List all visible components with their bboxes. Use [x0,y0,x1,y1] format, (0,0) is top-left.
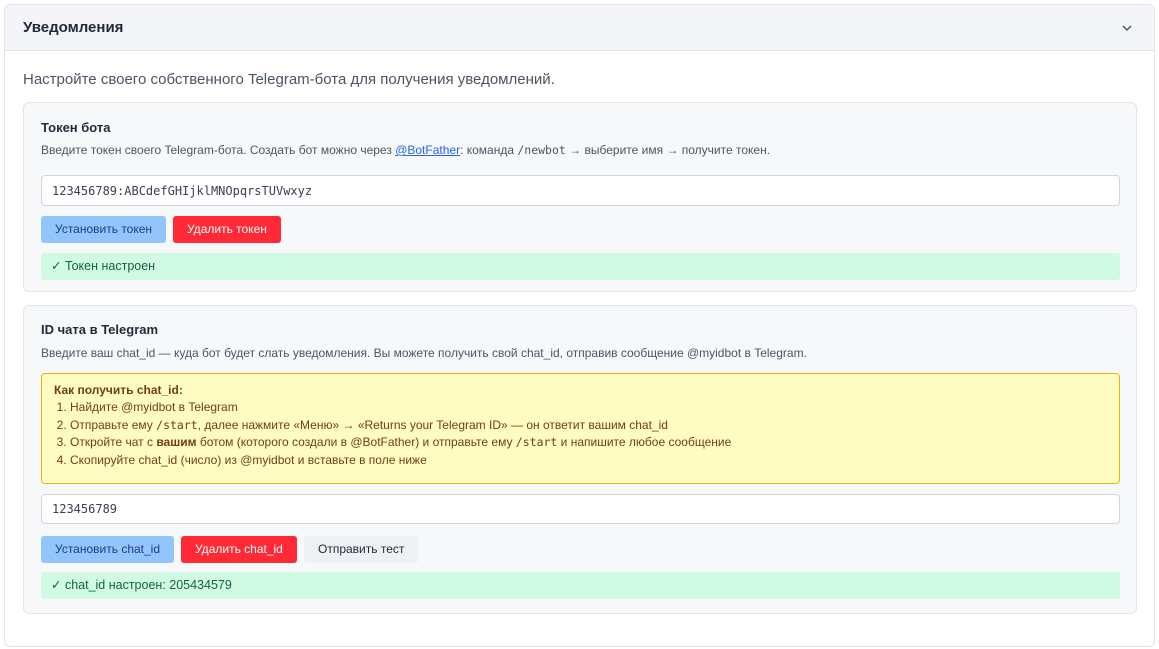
hint-step-3: Откройте чат с вашим ботом (которого соз… [70,434,1107,452]
bot-token-card: Токен бота Введите токен своего Telegram… [23,102,1137,292]
chat-id-title: ID чата в Telegram [41,322,159,337]
chat-id-hint-box: Как получить chat_id: Найдите @myidbot в… [41,373,1120,484]
step-3-text-b: ботом (которого создали в @BotFather) и … [196,435,516,449]
token-desc-prefix: Введите токен своего Telegram-бота. Созд… [41,143,396,157]
step-3-bold: вашим [156,435,197,449]
hint-title: Как получить chat_id: [54,383,183,397]
chat-id-status-badge: ✓ chat_id настроен: 205434579 [41,572,1120,599]
token-status-badge: ✓ Токен настроен [41,253,1120,280]
start-command: /start [515,435,558,449]
panel-title: Уведомления [23,19,124,36]
botfather-link[interactable]: @BotFather [395,143,460,157]
hint-step-4: Скопируйте chat_id (число) из @myidbot и… [70,452,1107,470]
chat-id-description: Введите ваш chat_id — куда бот будет сла… [41,346,807,360]
token-input[interactable] [41,175,1120,206]
chat-id-input[interactable] [41,494,1120,524]
chevron-down-icon[interactable] [1122,20,1136,35]
step-1-text: Найдите @myidbot в Telegram [70,400,238,414]
token-desc-mid: : команда [460,143,518,157]
newbot-command: /newbot [517,143,566,157]
panel-header[interactable]: Уведомления [5,5,1154,51]
delete-chat-id-button[interactable]: Удалить chat_id [181,536,297,563]
set-token-button[interactable]: Установить токен [41,216,167,243]
token-description: Введите токен своего Telegram-бота. Созд… [41,143,770,157]
hint-steps: Найдите @myidbot в Telegram Отправьте ем… [54,399,1107,469]
set-chat-id-button[interactable]: Установить chat_id [41,536,175,563]
delete-token-button[interactable]: Удалить токен [173,216,281,243]
hint-step-1: Найдите @myidbot в Telegram [70,399,1107,417]
token-title: Токен бота [41,120,111,135]
step-2-text-a: Отправьте ему [70,417,157,432]
notifications-panel: Уведомления Настройте своего собственног… [4,4,1155,647]
hint-step-2: Отправьте ему /start, далее нажмите «Мен… [70,417,1107,435]
step-2-text-b: , далее нажмите «Меню» → «Returns your T… [197,417,668,432]
chat-id-card: ID чата в Telegram Введите ваш chat_id —… [23,305,1137,614]
send-test-button[interactable]: Отправить тест [304,536,419,563]
step-3-text-c: и напишите любое сообщение [557,435,732,449]
start-command: /start [156,417,198,432]
step-4-text: Скопируйте chat_id (число) из @myidbot и… [70,452,427,467]
intro-text: Настройте своего собственного Telegram-б… [23,71,555,88]
token-desc-suffix: → выберите имя → получите токен. [565,143,771,157]
step-3-text-a: Откройте чат с [70,435,157,449]
